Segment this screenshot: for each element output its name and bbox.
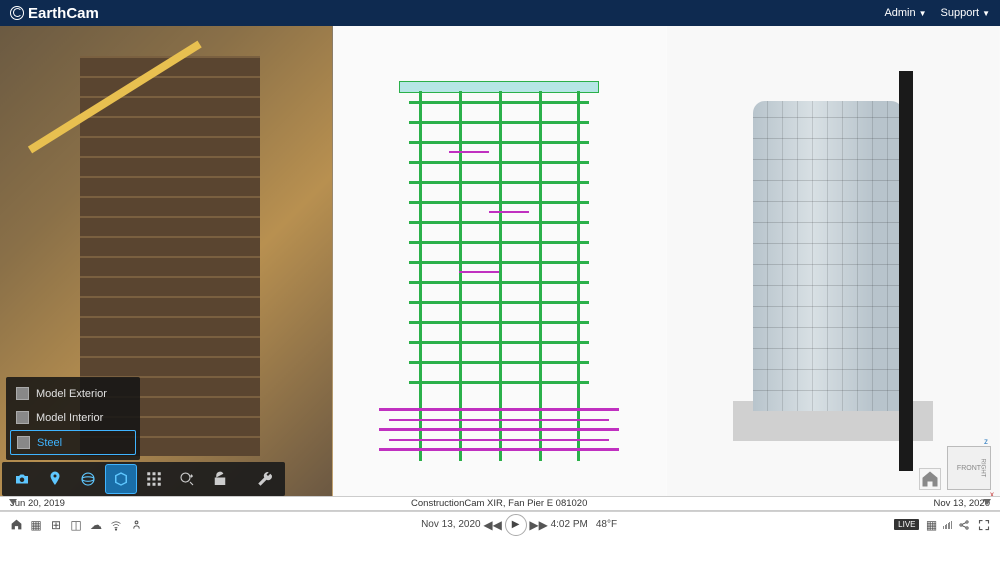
tool-add-marker[interactable] (171, 464, 203, 494)
grid-button[interactable]: ▦ (28, 517, 44, 533)
header-bar: EarthCam Admin ▼ Support ▼ (0, 0, 1000, 26)
tool-bim-model[interactable] (105, 464, 137, 494)
brand-logo[interactable]: EarthCam (10, 5, 99, 22)
control-group-center: Nov 13, 2020 ◀◀ ▶ ▶▶ 4:02 PM 48°F (421, 514, 617, 536)
share-icon (958, 519, 970, 531)
bim-model (409, 61, 589, 461)
map-pin-icon (46, 470, 64, 488)
tool-grid[interactable] (138, 464, 170, 494)
playback-date: Nov 13, 2020 (421, 519, 481, 530)
tool-settings[interactable] (249, 464, 281, 494)
support-menu[interactable]: Support ▼ (941, 7, 990, 19)
view-panel-bim[interactable] (333, 26, 666, 496)
render-model (733, 71, 933, 451)
camera-icon (13, 470, 31, 488)
tool-map-pin[interactable] (39, 464, 71, 494)
home-icon (920, 469, 940, 489)
timeline-start-handle[interactable] (9, 499, 17, 505)
view-home-button[interactable] (919, 468, 941, 490)
playback-temp: 48°F (596, 519, 617, 530)
view-cube[interactable]: z x FRONT RIGHT (947, 446, 991, 490)
next-button[interactable]: ▶▶ (531, 517, 547, 533)
chevron-down-icon: ▼ (982, 9, 990, 18)
wifi-icon (110, 519, 122, 531)
speed-indicator[interactable] (943, 521, 952, 529)
layer-item-model-exterior[interactable]: Model Exterior (10, 382, 136, 405)
wrench-icon (256, 470, 274, 488)
fullscreen-button[interactable] (976, 517, 992, 533)
cube-icon (16, 411, 29, 424)
calendar-button[interactable]: ▦ (923, 517, 939, 533)
tool-360-view[interactable] (72, 464, 104, 494)
main-viewport: z x FRONT RIGHT Model Exterior Model Int… (0, 26, 1000, 496)
brand-text: EarthCam (28, 5, 99, 22)
control-group-left: ▦ ⊞ ◫ ☁ (8, 517, 144, 533)
home-button[interactable] (8, 517, 24, 533)
control-bar: ▦ ⊞ ◫ ☁ Nov 13, 2020 ◀◀ ▶ ▶▶ 4:02 PM 48°… (0, 511, 1000, 537)
cube-3d-icon (112, 470, 130, 488)
timeline-bar[interactable]: Jun 20, 2019 ConstructionCam XIR, Fan Pi… (0, 496, 1000, 511)
chevron-down-icon: ▼ (919, 9, 927, 18)
sphere-360-icon (79, 470, 97, 488)
home-icon (10, 518, 23, 531)
grid-icon (145, 470, 163, 488)
prev-button[interactable]: ◀◀ (485, 517, 501, 533)
view-panel-render[interactable]: z x FRONT RIGHT (667, 26, 1000, 496)
thumbnails-button[interactable]: ⊞ (48, 517, 64, 533)
share-button[interactable] (956, 517, 972, 533)
tool-camera-overlay[interactable] (6, 464, 38, 494)
timeline-start-label: Jun 20, 2019 (10, 498, 65, 509)
layer-panel: Model Exterior Model Interior Steel (6, 377, 140, 460)
layer-item-model-interior[interactable]: Model Interior (10, 406, 136, 429)
tool-unlock[interactable] (204, 464, 236, 494)
live-badge[interactable]: LIVE (894, 519, 919, 530)
playback-time: 4:02 PM (551, 519, 588, 530)
cube-icon (17, 436, 30, 449)
timeline-end-handle[interactable] (983, 499, 991, 505)
location-button[interactable] (128, 517, 144, 533)
person-pin-icon (131, 519, 142, 530)
timeline-camera-label: ConstructionCam XIR, Fan Pier E 081020 (411, 498, 587, 509)
play-button[interactable]: ▶ (505, 514, 527, 536)
globe-icon (10, 6, 24, 20)
compare-button[interactable]: ◫ (68, 517, 84, 533)
target-plus-icon (178, 470, 196, 488)
cloud-button[interactable]: ☁ (88, 517, 104, 533)
control-group-right: LIVE ▦ (894, 517, 992, 533)
timeline-end-label: Nov 13, 2020 (933, 498, 990, 509)
expand-icon (978, 519, 990, 531)
signal-button[interactable] (108, 517, 124, 533)
view-toolbar (2, 462, 285, 496)
cube-icon (16, 387, 29, 400)
unlock-icon (211, 470, 229, 488)
admin-menu[interactable]: Admin ▼ (884, 7, 926, 19)
layer-item-steel[interactable]: Steel (10, 430, 136, 455)
